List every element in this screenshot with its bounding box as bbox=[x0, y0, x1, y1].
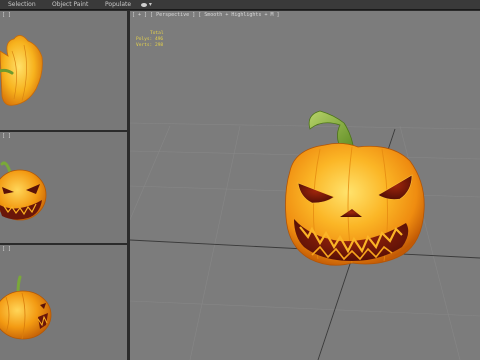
viewport-front[interactable]: [ ] bbox=[0, 132, 127, 243]
pumpkin-model-top-view bbox=[0, 35, 43, 106]
pumpkin-model-side-view bbox=[0, 275, 52, 340]
menu-populate[interactable]: Populate bbox=[105, 0, 131, 9]
eye-icon bbox=[141, 2, 147, 7]
viewport-perspective[interactable]: [ + ] [ Perspective ] [ Smooth + Highlig… bbox=[130, 11, 480, 360]
dropdown-arrow-icon: ▾ bbox=[148, 1, 152, 8]
pumpkin-model-perspective bbox=[285, 110, 425, 266]
menu-selection[interactable]: Selection bbox=[8, 0, 36, 9]
viewport-left[interactable]: [ ] bbox=[0, 245, 127, 360]
viewport-top[interactable]: [ ] bbox=[0, 11, 127, 130]
menu-object-paint[interactable]: Object Paint bbox=[52, 0, 88, 9]
menu-show-options[interactable]: ▾ bbox=[141, 0, 152, 9]
pumpkin-model-front-view bbox=[0, 161, 47, 221]
viewport-menu-bar: Selection Object Paint Populate ▾ bbox=[0, 0, 480, 10]
